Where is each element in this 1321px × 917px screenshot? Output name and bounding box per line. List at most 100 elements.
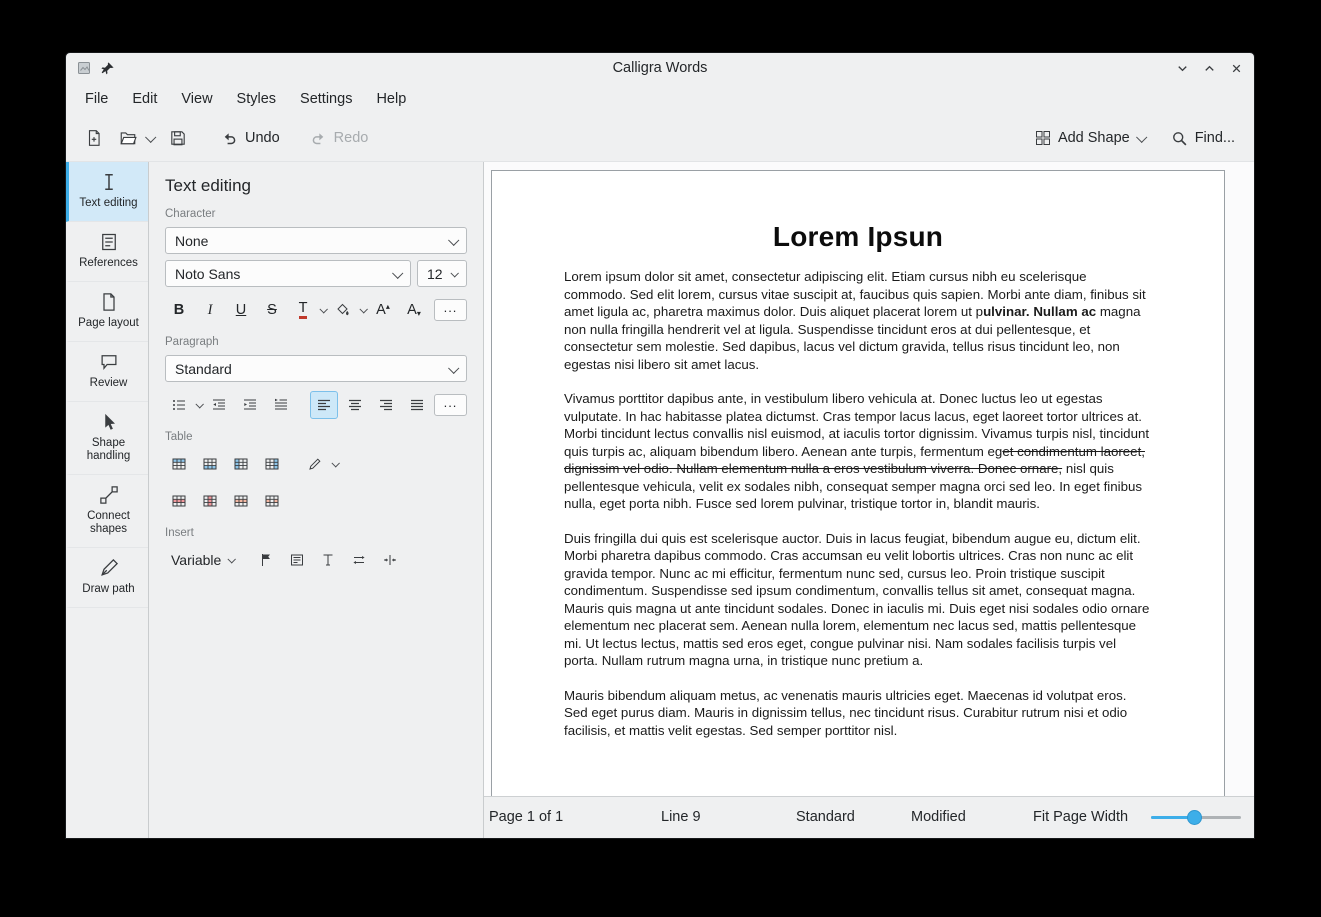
chevron-down-icon	[448, 362, 459, 373]
search-icon	[1171, 130, 1188, 147]
more-paragraph-options-button[interactable]: ...	[434, 394, 467, 416]
sidebar-item-text-editing[interactable]: Text editing	[66, 162, 148, 222]
zoom-slider-handle[interactable]	[1187, 810, 1202, 825]
character-style-select[interactable]: None	[165, 227, 467, 254]
sidebar-item-label: References	[73, 257, 145, 270]
redo-button[interactable]: Redo	[303, 122, 376, 154]
chevron-down-icon[interactable]	[195, 400, 203, 408]
bold-icon: B	[174, 303, 184, 318]
menu-styles[interactable]: Styles	[226, 87, 288, 111]
document-area[interactable]: Lorem Ipsun Lorem ipsum dolor sit amet, …	[484, 162, 1254, 838]
sidebar-item-references[interactable]: References	[66, 222, 148, 282]
align-left-button[interactable]	[310, 391, 338, 419]
sidebar-item-label: Shape handling	[73, 437, 145, 463]
bold-button[interactable]: B	[165, 296, 193, 324]
zoom-slider[interactable]	[1151, 797, 1241, 837]
superscript-button[interactable]: A▴	[369, 296, 397, 324]
underline-button[interactable]: U	[227, 296, 255, 324]
save-icon	[169, 129, 187, 147]
sidebar-item-review[interactable]: Review	[66, 342, 148, 402]
paragraph[interactable]: Duis fringilla dui quis est scelerisque …	[564, 530, 1152, 670]
font-family-select[interactable]: Noto Sans	[165, 260, 411, 287]
undo-icon	[221, 130, 238, 147]
horizontal-space-button[interactable]	[345, 546, 373, 574]
paragraph[interactable]: Lorem ipsum dolor sit amet, consectetur …	[564, 268, 1152, 373]
subscript-button[interactable]: A▾	[400, 296, 428, 324]
insert-row-below-button[interactable]	[196, 450, 224, 478]
page[interactable]: Lorem Ipsun Lorem ipsum dolor sit amet, …	[491, 170, 1225, 838]
fill-color-icon	[335, 302, 351, 318]
text-frame-button[interactable]	[283, 546, 311, 574]
menu-help[interactable]: Help	[365, 87, 417, 111]
new-document-button[interactable]	[78, 122, 110, 154]
menu-edit[interactable]: Edit	[121, 87, 168, 111]
align-justify-button[interactable]	[403, 391, 431, 419]
increase-indent-button[interactable]	[236, 391, 264, 419]
add-shape-button[interactable]: Add Shape	[1028, 122, 1152, 154]
titlebar[interactable]: Calligra Words	[66, 53, 1254, 83]
open-recent-chevron-icon[interactable]	[145, 132, 156, 143]
table-delete-column-icon	[202, 493, 218, 509]
add-shape-label: Add Shape	[1058, 130, 1130, 146]
maximize-button[interactable]	[1202, 61, 1217, 76]
more-character-options-button[interactable]: ...	[434, 299, 467, 321]
split-cells-button[interactable]	[258, 487, 286, 515]
delete-column-button[interactable]	[196, 487, 224, 515]
zoom-mode-button[interactable]: Fit Page Width	[1033, 797, 1128, 837]
text-color-button[interactable]: T	[289, 296, 317, 324]
open-document-button[interactable]	[112, 122, 144, 154]
find-button[interactable]: Find...	[1164, 122, 1242, 154]
pin-icon[interactable]	[100, 61, 115, 76]
insert-section-label: Insert	[165, 527, 467, 539]
app-window: Calligra Words File Edit View Styles Set…	[65, 52, 1255, 839]
save-button[interactable]	[162, 122, 194, 154]
strikethrough-icon: S	[267, 303, 277, 318]
insert-row-above-button[interactable]	[165, 450, 193, 478]
paragraph[interactable]: Mauris bibendum aliquam metus, ac venena…	[564, 687, 1152, 740]
list-style-button[interactable]	[165, 391, 193, 419]
style-indicator[interactable]: Standard	[796, 797, 855, 837]
table-border-pen-button[interactable]	[301, 450, 329, 478]
merge-cells-button[interactable]	[227, 487, 255, 515]
sidebar-item-page-layout[interactable]: Page layout	[66, 282, 148, 342]
chevron-down-icon	[450, 269, 458, 277]
text-color-icon: T	[299, 301, 308, 320]
paragraph-style-select[interactable]: Standard	[165, 355, 467, 382]
sidebar-item-shape-handling[interactable]: Shape handling	[66, 402, 148, 475]
chevron-down-icon[interactable]	[359, 305, 367, 313]
paragraph[interactable]: Vivamus porttitor dapibus ante, in vesti…	[564, 390, 1152, 513]
bookmark-button[interactable]	[252, 546, 280, 574]
background-color-button[interactable]	[329, 296, 357, 324]
delete-row-button[interactable]	[165, 487, 193, 515]
minimize-button[interactable]	[1175, 61, 1190, 76]
first-line-indent-button[interactable]	[267, 391, 295, 419]
menu-file[interactable]: File	[74, 87, 119, 111]
line-indicator: Line 9	[661, 797, 701, 837]
align-center-button[interactable]	[341, 391, 369, 419]
chevron-down-icon[interactable]	[319, 305, 327, 313]
font-family-value: Noto Sans	[175, 266, 240, 282]
chevron-down-icon[interactable]	[331, 459, 339, 467]
menu-view[interactable]: View	[170, 87, 223, 111]
undo-button[interactable]: Undo	[214, 122, 287, 154]
sidebar-item-connect-shapes[interactable]: Connect shapes	[66, 475, 148, 548]
window-title: Calligra Words	[66, 60, 1254, 76]
italic-button[interactable]: I	[196, 296, 224, 324]
align-right-button[interactable]	[372, 391, 400, 419]
strikethrough-button[interactable]: S	[258, 296, 286, 324]
variable-button[interactable]: Variable	[165, 547, 240, 573]
chevron-down-icon	[392, 267, 403, 278]
insert-text-button[interactable]	[314, 546, 342, 574]
decrease-indent-button[interactable]	[205, 391, 233, 419]
modified-indicator: Modified	[911, 797, 966, 837]
font-size-select[interactable]: 12	[417, 260, 467, 287]
text-run: ulvinar. Nullam ac	[983, 304, 1096, 319]
split-space-button[interactable]	[376, 546, 404, 574]
insert-column-left-button[interactable]	[227, 450, 255, 478]
references-icon	[99, 232, 119, 252]
sidebar-item-draw-path[interactable]: Draw path	[66, 548, 148, 608]
menu-settings[interactable]: Settings	[289, 87, 363, 111]
close-button[interactable]	[1229, 61, 1244, 76]
new-document-icon	[85, 129, 103, 147]
insert-column-right-button[interactable]	[258, 450, 286, 478]
